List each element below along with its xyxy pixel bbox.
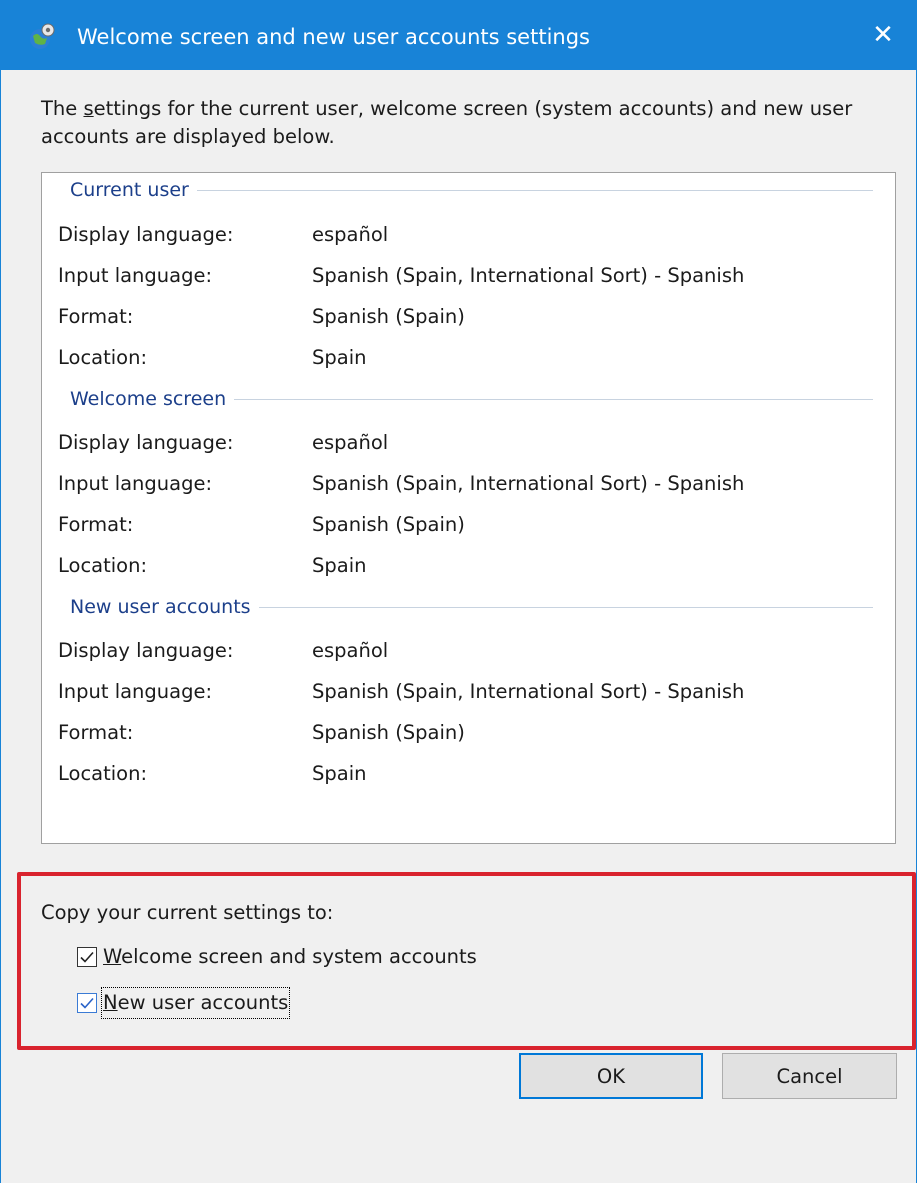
intro-text: The settings for the current user, welco… (41, 95, 881, 151)
copy-settings-label: Copy your current settings to: (41, 901, 334, 924)
close-icon: ✕ (872, 20, 894, 50)
language-globe-icon (30, 23, 55, 49)
setting-label: Location: (58, 346, 148, 369)
setting-value: Spanish (Spain, International Sort) - Sp… (312, 472, 745, 495)
intro-rest: ettings for the current user, welcome sc… (41, 97, 853, 148)
checkbox-label-rest: ew user accounts (117, 991, 289, 1014)
setting-label: Input language: (58, 472, 213, 495)
section-title: Current user (70, 179, 189, 201)
checkmark-icon (80, 997, 94, 1009)
setting-label: Location: (58, 762, 148, 785)
section-title: Welcome screen (70, 388, 227, 410)
setting-label: Input language: (58, 680, 213, 703)
setting-label: Display language: (58, 431, 234, 454)
checkbox-accesskey: W (103, 945, 122, 968)
setting-value: Spanish (Spain) (312, 305, 465, 328)
settings-info-box: Current user Display language: español In… (41, 172, 896, 844)
setting-value: Spain (312, 346, 367, 369)
setting-value: Spanish (Spain, International Sort) - Sp… (312, 680, 745, 703)
section-header-new-user-accounts: New user accounts (70, 594, 873, 620)
section-divider (234, 398, 873, 400)
checkmark-icon (80, 951, 94, 963)
close-button[interactable]: ✕ (850, 0, 916, 70)
checkbox-label: New user accounts (100, 987, 291, 1019)
section-divider (258, 606, 873, 608)
setting-label: Location: (58, 554, 148, 577)
intro-accesskey: s (83, 97, 94, 120)
section-header-welcome-screen: Welcome screen (70, 386, 873, 412)
checkbox-box[interactable] (77, 993, 97, 1013)
setting-value: español (312, 223, 389, 246)
welcome-screen-checkbox[interactable]: Welcome screen and system accounts (77, 942, 477, 972)
checkbox-box[interactable] (77, 947, 97, 967)
setting-label: Format: (58, 305, 134, 328)
ok-button[interactable]: OK (519, 1053, 703, 1099)
setting-value: Spain (312, 554, 367, 577)
checkbox-label: Welcome screen and system accounts (103, 943, 477, 971)
intro-prefix: The (41, 97, 84, 120)
setting-label: Format: (58, 513, 134, 536)
dialog-title: Welcome screen and new user accounts set… (77, 25, 590, 49)
section-title: New user accounts (70, 596, 251, 618)
checkbox-accesskey: N (103, 991, 118, 1014)
dialog-window: Welcome screen and new user accounts set… (0, 0, 917, 1183)
setting-value: español (312, 639, 389, 662)
setting-value: Spanish (Spain, International Sort) - Sp… (312, 264, 745, 287)
setting-value: Spanish (Spain) (312, 513, 465, 536)
setting-label: Input language: (58, 264, 213, 287)
section-divider (196, 189, 873, 191)
title-bar[interactable]: Welcome screen and new user accounts set… (1, 0, 916, 70)
cancel-button[interactable]: Cancel (722, 1053, 897, 1099)
setting-value: Spain (312, 762, 367, 785)
section-header-current-user: Current user (70, 177, 873, 203)
setting-label: Display language: (58, 223, 234, 246)
setting-value: español (312, 431, 389, 454)
setting-label: Format: (58, 721, 134, 744)
setting-value: Spanish (Spain) (312, 721, 465, 744)
new-user-accounts-checkbox[interactable]: New user accounts (77, 987, 291, 1019)
setting-label: Display language: (58, 639, 234, 662)
checkbox-label-rest: elcome screen and system accounts (121, 945, 477, 968)
